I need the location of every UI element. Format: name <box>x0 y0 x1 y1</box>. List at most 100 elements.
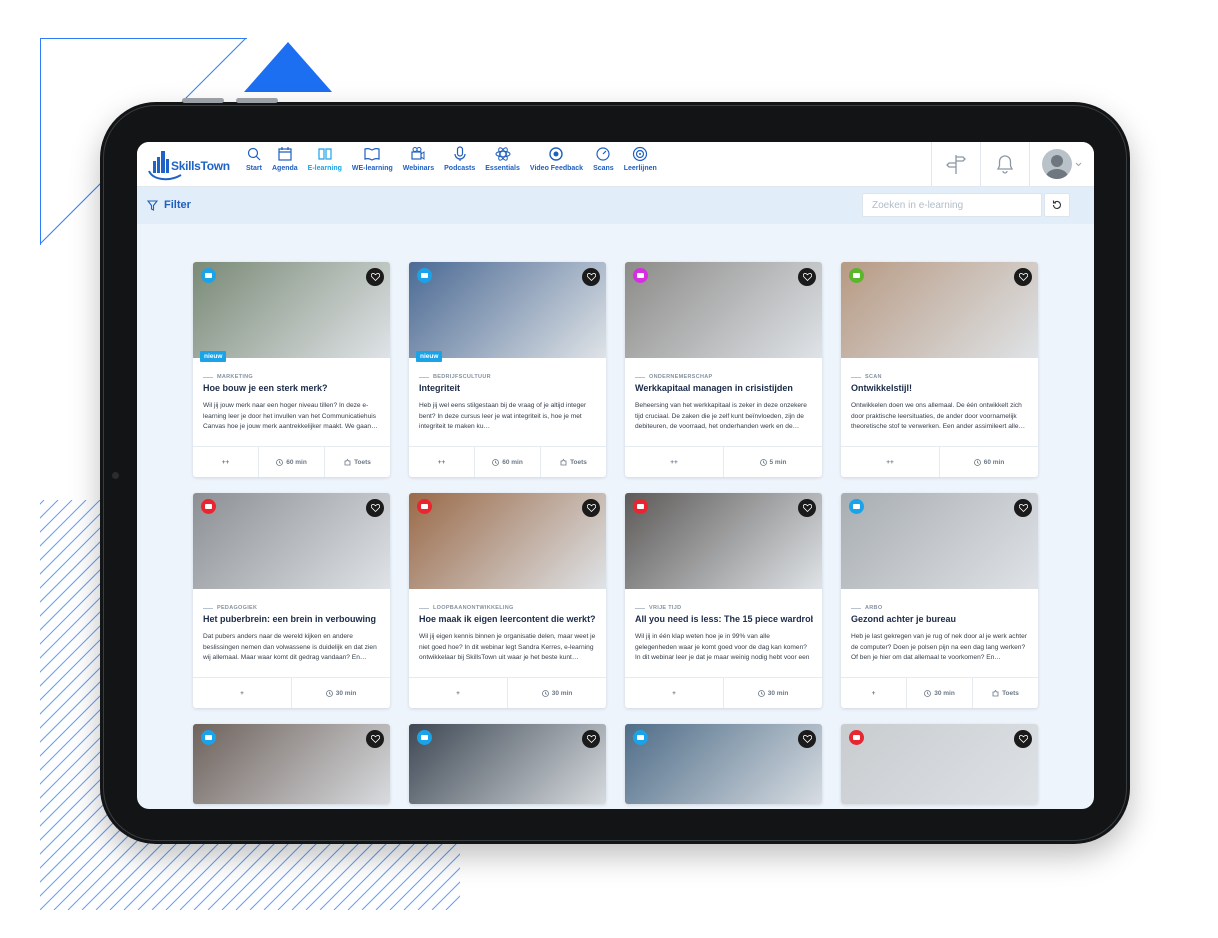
reset-button[interactable] <box>1044 193 1070 217</box>
course-thumbnail <box>625 493 822 589</box>
e-learning-type-icon <box>633 730 648 745</box>
course-thumbnail <box>841 262 1038 358</box>
favorite-button[interactable] <box>798 499 816 517</box>
top-right-actions <box>931 142 1094 186</box>
heart-icon <box>802 735 812 743</box>
nav-label: Podcasts <box>444 165 476 172</box>
nav-item-start[interactable]: Start <box>241 146 267 172</box>
device-button <box>182 98 224 103</box>
nav-item-webinars[interactable]: Webinars <box>398 146 439 172</box>
filter-label: Filter <box>164 199 191 211</box>
gauge-icon <box>596 147 610 161</box>
nav-item-leerlijnen[interactable]: Leerlijnen <box>619 146 662 172</box>
level-indicator: ++ <box>437 458 446 466</box>
favorite-button[interactable] <box>366 268 384 286</box>
course-footer: ++ 5 min <box>625 446 822 477</box>
notifications-button[interactable] <box>980 142 1029 186</box>
favorite-button[interactable] <box>366 730 384 748</box>
duration: 30 min <box>507 678 606 708</box>
signpost-button[interactable] <box>931 142 980 186</box>
course-category: SCAN <box>851 374 882 380</box>
course-thumbnail <box>193 493 390 589</box>
webinar-type-icon <box>417 499 432 514</box>
favorite-button[interactable] <box>1014 730 1032 748</box>
course-description: Heb je last gekregen van je rug of nek d… <box>851 633 1027 661</box>
nav-label: Start <box>246 165 262 172</box>
course-description: Heb jij wel eens stilgestaan bij de vraa… <box>419 402 587 430</box>
course-thumbnail <box>409 724 606 804</box>
duration: 60 min <box>258 447 324 477</box>
test-indicator: Toets <box>324 447 390 477</box>
course-card[interactable]: nieuw BEDRIJFSCULTUUR Integriteit Heb jij w… <box>409 262 606 477</box>
heart-icon <box>586 273 596 281</box>
heart-icon <box>1018 273 1028 281</box>
level-indicator: ++ <box>221 458 230 466</box>
nav-item-essentials[interactable]: Essentials <box>480 146 525 172</box>
test-indicator: Toets <box>540 447 606 477</box>
nav-item-video-feedback[interactable]: Video Feedback <box>525 146 588 172</box>
course-footer: +30 min <box>409 677 606 708</box>
course-card[interactable] <box>193 724 390 804</box>
course-thumbnail <box>841 493 1038 589</box>
test-icon <box>992 689 999 696</box>
course-category: LOOPBAANONTWIKKELING <box>419 605 514 611</box>
skillstown-logo[interactable]: SkillsTown <box>147 147 231 181</box>
nav-item-scans[interactable]: Scans <box>588 146 619 172</box>
favorite-button[interactable] <box>798 730 816 748</box>
course-title: Hoe maak ik eigen leercontent die werkt? <box>419 614 596 624</box>
nav-item-we-learning[interactable]: WE-learning <box>347 146 398 172</box>
clock-icon <box>924 689 932 697</box>
target-icon <box>633 146 648 162</box>
new-badge: nieuw <box>416 351 443 362</box>
course-card[interactable]: ARBO Gezond achter je bureau Heb je last g… <box>841 493 1038 708</box>
course-title: Het puberbrein: een brein in verbouwing <box>203 614 377 624</box>
e-learning-type-icon <box>417 730 432 745</box>
course-thumbnail <box>409 262 606 358</box>
course-description: Dat pubers anders naar de wereld kijken … <box>203 633 377 661</box>
duration: 30 min <box>906 678 972 708</box>
microphone-icon <box>454 146 466 161</box>
course-card[interactable]: PEDAGOGIEK Het puberbrein: een brein in v… <box>193 493 390 708</box>
favorite-button[interactable] <box>1014 268 1032 286</box>
nav-label: Webinars <box>402 165 435 172</box>
course-card[interactable] <box>625 724 822 804</box>
course-title: Hoe bouw je een sterk merk? <box>203 383 328 393</box>
video-feedback-icon <box>549 147 564 161</box>
favorite-button[interactable] <box>798 268 816 286</box>
course-card[interactable]: SCAN Ontwikkelstijl! Ontwikkelen doen we o… <box>841 262 1038 477</box>
nav-label: E-learning <box>307 165 342 172</box>
camera-dot <box>112 472 119 479</box>
course-category: PEDAGOGIEK <box>203 605 257 611</box>
nav-item-agenda[interactable]: Agenda <box>267 146 303 172</box>
favorite-button[interactable] <box>366 499 384 517</box>
atom-icon <box>495 147 511 161</box>
clock-icon <box>757 689 765 697</box>
duration: 60 min <box>939 447 1038 477</box>
course-card[interactable] <box>409 724 606 804</box>
search-input[interactable] <box>862 193 1042 217</box>
course-footer: ++ 60 min Toets <box>409 446 606 477</box>
nav-item-podcasts[interactable]: Podcasts <box>439 146 480 172</box>
open-book-icon <box>364 147 380 161</box>
favorite-button[interactable] <box>582 730 600 748</box>
level-indicator: + <box>871 689 876 697</box>
nav-label: WE-learning <box>351 165 393 172</box>
level-indicator: + <box>672 689 676 697</box>
course-title: All you need is less: The 15 piece wardr… <box>635 614 813 624</box>
course-card[interactable]: ONDERNEMERSCHAP Werkkapitaal managen in c… <box>625 262 822 477</box>
course-footer: ++ 60 min <box>841 446 1038 477</box>
course-card[interactable] <box>841 724 1038 804</box>
clock-icon <box>492 458 500 466</box>
favorite-button[interactable] <box>582 499 600 517</box>
favorite-button[interactable] <box>582 268 600 286</box>
profile-menu[interactable] <box>1029 142 1094 186</box>
test-icon <box>560 458 567 465</box>
course-card[interactable]: nieuw MARKETING Hoe bouw je een sterk merk… <box>193 262 390 477</box>
course-card[interactable]: LOOPBAANONTWIKKELING Hoe maak ik eigen le… <box>409 493 606 708</box>
duration: 60 min <box>474 447 540 477</box>
course-card[interactable]: VRIJE TIJD All you need is less: The 15 p… <box>625 493 822 708</box>
nav-item-e-learning[interactable]: E-learning <box>303 146 347 172</box>
nav-label: Leerlijnen <box>623 165 657 172</box>
favorite-button[interactable] <box>1014 499 1032 517</box>
filter-button[interactable]: Filter <box>147 199 191 211</box>
